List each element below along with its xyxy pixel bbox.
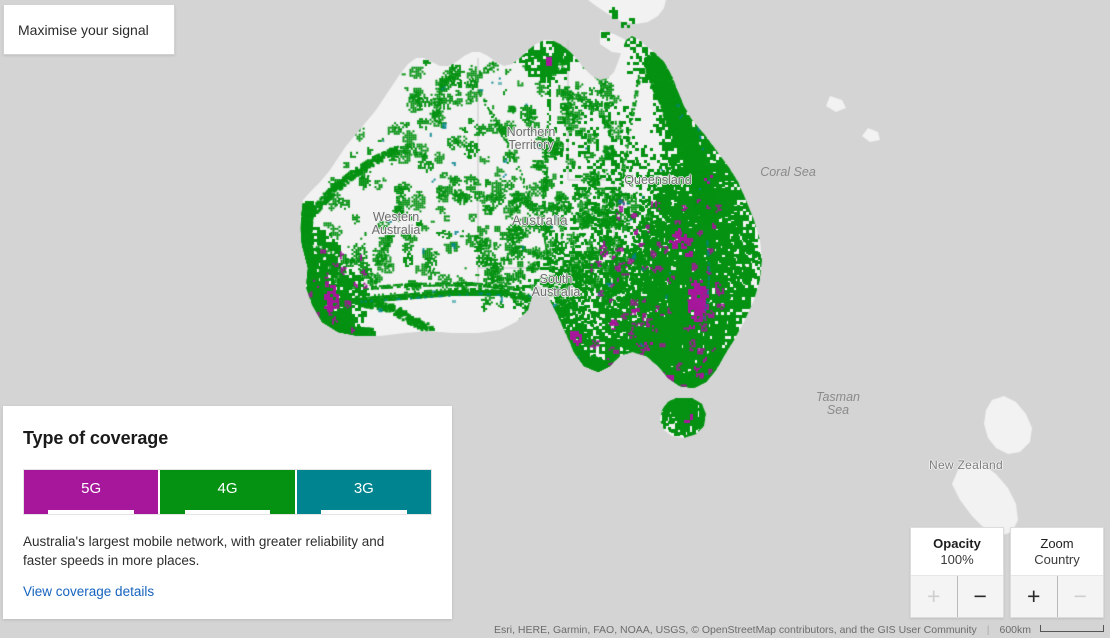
attribution-text: Esri, HERE, Garmin, FAO, NOAA, USGS, © O… bbox=[494, 624, 977, 636]
scale-label: 600km bbox=[999, 624, 1031, 636]
coverage-toggle-4g-label: 4G bbox=[217, 479, 238, 497]
coverage-toggle-5g[interactable]: 5G bbox=[24, 470, 161, 514]
zoom-label: Zoom bbox=[1040, 535, 1074, 551]
legend-title: Type of coverage bbox=[23, 428, 169, 448]
tooltip-text: Maximise your signal bbox=[18, 21, 149, 38]
maximise-signal-tooltip: Maximise your signal bbox=[3, 4, 175, 55]
view-coverage-details-link[interactable]: View coverage details bbox=[23, 584, 154, 599]
zoom-out-button[interactable]: − bbox=[1056, 576, 1104, 617]
zoom-control-buttons: + − bbox=[1011, 575, 1103, 617]
opacity-label: Opacity bbox=[933, 535, 981, 551]
opacity-increase-button[interactable]: + bbox=[911, 576, 957, 617]
map-attribution: Esri, HERE, Garmin, FAO, NOAA, USGS, © O… bbox=[494, 624, 1104, 636]
zoom-control: Zoom Country + − bbox=[1010, 527, 1104, 618]
coverage-toggle-3g-label: 3G bbox=[353, 479, 374, 497]
coverage-map-app: Northern Territory Queensland Western Aust… bbox=[0, 0, 1110, 638]
coverage-toggle-3g[interactable]: 3G bbox=[296, 470, 431, 514]
opacity-control: Opacity 100% + − bbox=[910, 527, 1004, 618]
opacity-control-buttons: + − bbox=[911, 575, 1003, 617]
coverage-toggle-4g[interactable]: 4G bbox=[160, 470, 297, 514]
zoom-value: Country bbox=[1034, 551, 1080, 567]
coverage-legend-panel: Type of coverage 5G 4G 3G Australia's la… bbox=[3, 406, 452, 619]
opacity-value: 100% bbox=[940, 551, 974, 567]
zoom-control-header: Zoom Country bbox=[1011, 528, 1103, 575]
opacity-decrease-button[interactable]: − bbox=[956, 576, 1004, 617]
legend-description: Australia's largest mobile network, with… bbox=[23, 534, 385, 568]
scale-bar-icon bbox=[1040, 624, 1104, 632]
attribution-divider: | bbox=[986, 624, 990, 636]
opacity-control-header: Opacity 100% bbox=[911, 528, 1003, 575]
coverage-toggle-5g-label: 5G bbox=[81, 479, 102, 497]
coverage-type-toggle-group: 5G 4G 3G bbox=[23, 469, 432, 515]
map-controls: Opacity 100% + − Zoom Country + − bbox=[910, 527, 1104, 618]
zoom-in-button[interactable]: + bbox=[1011, 576, 1057, 617]
